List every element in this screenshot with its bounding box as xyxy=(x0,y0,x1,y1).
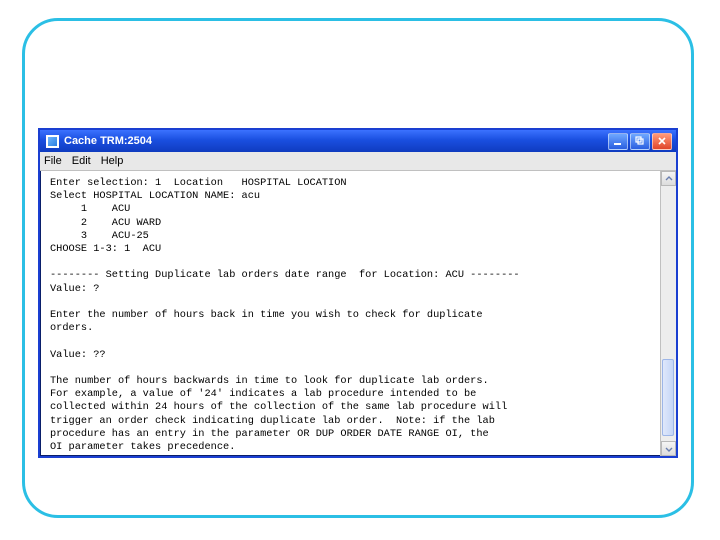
menu-file[interactable]: File xyxy=(44,155,62,167)
terminal-line: trigger an order check indicating duplic… xyxy=(50,415,495,427)
terminal-line: The number of hours backwards in time to… xyxy=(50,375,489,387)
terminal-line: Enter the number of hours back in time y… xyxy=(50,309,483,321)
menu-help[interactable]: Help xyxy=(101,155,124,167)
terminal-line: collected within 24 hours of the collect… xyxy=(50,401,507,413)
scroll-down-button[interactable] xyxy=(661,441,676,456)
close-icon xyxy=(657,136,667,146)
app-window: Cache TRM:2504 File Edit Help Enter sele… xyxy=(38,128,678,458)
minimize-icon xyxy=(613,136,623,146)
client-area: Enter selection: 1 Location HOSPITAL LOC… xyxy=(40,171,676,456)
terminal-line: Value: ?? xyxy=(50,349,106,361)
menubar: File Edit Help xyxy=(40,152,676,171)
chevron-up-icon xyxy=(665,175,673,183)
window-title: Cache TRM:2504 xyxy=(64,135,608,147)
app-icon xyxy=(46,135,59,148)
scroll-track[interactable] xyxy=(661,186,676,441)
terminal-line: -------- Setting Duplicate lab orders da… xyxy=(50,269,520,281)
window-buttons xyxy=(608,133,672,150)
terminal[interactable]: Enter selection: 1 Location HOSPITAL LOC… xyxy=(40,171,660,456)
titlebar[interactable]: Cache TRM:2504 xyxy=(40,130,676,152)
chevron-down-icon xyxy=(665,445,673,453)
terminal-line: For example, a value of '24' indicates a… xyxy=(50,388,476,400)
terminal-line: 2 ACU WARD xyxy=(50,217,161,229)
maximize-icon xyxy=(635,136,645,146)
scroll-thumb[interactable] xyxy=(662,359,674,436)
scroll-up-button[interactable] xyxy=(661,171,676,186)
vertical-scrollbar[interactable] xyxy=(660,171,676,456)
terminal-line: 3 ACU-25 xyxy=(50,230,149,242)
terminal-line: 1 ACU xyxy=(50,203,130,215)
terminal-line: Value: ? xyxy=(50,283,99,295)
maximize-button[interactable] xyxy=(630,133,650,150)
minimize-button[interactable] xyxy=(608,133,628,150)
terminal-line: Select HOSPITAL LOCATION NAME: acu xyxy=(50,190,260,202)
close-button[interactable] xyxy=(652,133,672,150)
terminal-line: CHOOSE 1-3: 1 ACU xyxy=(50,243,161,255)
menu-edit[interactable]: Edit xyxy=(72,155,91,167)
terminal-line: procedure has an entry in the parameter … xyxy=(50,428,489,440)
terminal-line: OI parameter takes precedence. xyxy=(50,441,235,453)
terminal-line: orders. xyxy=(50,322,93,334)
terminal-line: Enter selection: 1 Location HOSPITAL LOC… xyxy=(50,177,347,189)
